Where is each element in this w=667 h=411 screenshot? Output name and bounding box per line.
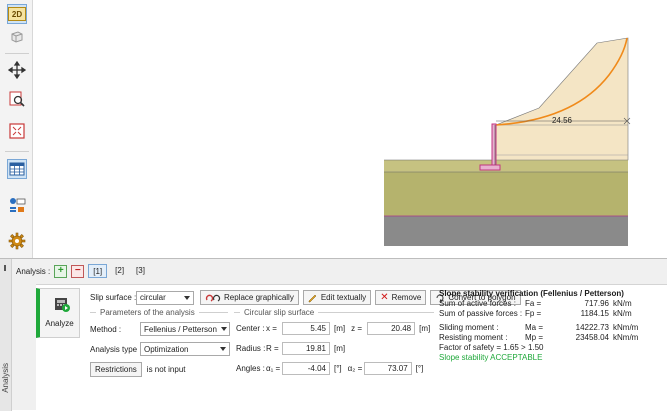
zoom-extents-button[interactable]: [7, 121, 27, 141]
settings-icon: [8, 232, 26, 250]
analysis-panel: Analysis Analysis : + − [1] [2] [3] Anal…: [0, 258, 667, 411]
stability-status: Slope stability ACCEPTABLE: [439, 352, 543, 362]
remove-analysis-button[interactable]: −: [71, 264, 85, 278]
middle-soil-layer: [384, 160, 628, 172]
view-3d-button[interactable]: [7, 27, 27, 47]
add-analysis-button[interactable]: +: [54, 264, 68, 278]
replace-graphically-button[interactable]: Replace graphically: [200, 290, 299, 305]
bedrock-layer: [384, 216, 628, 246]
zoom-button[interactable]: [7, 89, 27, 109]
analysis-tab-1[interactable]: [1]: [88, 264, 108, 278]
left-toolbar: 2D: [0, 0, 33, 258]
view-2d-icon: 2D: [8, 7, 26, 21]
analyze-icon: [55, 298, 70, 312]
analysis-tab-2[interactable]: [2]: [111, 264, 128, 278]
z-label: z =: [351, 324, 363, 333]
alpha2-label: α₂ =: [347, 364, 363, 373]
resisting-moment-row: Resisting moment : Mp = 23458.04 kNm/m: [439, 332, 639, 342]
center-row: Center : x = 5.45 [m] z = 20.48 [m]: [236, 322, 431, 335]
circular-group-header: Circular slip surface: [234, 308, 434, 317]
slip-surface-label: Slip surface :: [90, 293, 137, 302]
slip-surface-select[interactable]: circular: [136, 290, 194, 305]
upper-soil-layer: [495, 37, 629, 161]
method-select[interactable]: Fellenius / Petterson: [140, 322, 230, 336]
x-label: x =: [266, 324, 277, 333]
labels-icon: [10, 198, 26, 212]
remove-button[interactable]: ✕ Remove: [375, 290, 427, 305]
settings-button[interactable]: [7, 231, 27, 251]
pencil-icon: [308, 294, 317, 302]
labels-button[interactable]: [7, 195, 27, 215]
dimension-label: 24.56: [552, 116, 573, 125]
method-row: Method : Fellenius / Petterson: [90, 322, 230, 336]
radius-input[interactable]: 19.81: [282, 342, 330, 355]
analysis-tabbar: Analysis : + − [1] [2] [3]: [16, 263, 149, 279]
analyze-button[interactable]: Analyze: [36, 288, 80, 338]
drawing-canvas[interactable]: 24.56: [34, 0, 667, 258]
analysis-type-label: Analysis type :: [90, 344, 142, 354]
alpha2-input[interactable]: 73.07: [363, 362, 412, 375]
method-label: Method :: [90, 324, 122, 334]
center-x-input[interactable]: 5.45: [282, 322, 330, 335]
analysis-tab-3[interactable]: [3]: [132, 264, 149, 278]
radius-label: Radius :: [236, 344, 266, 353]
view-3d-icon: [11, 31, 23, 43]
alpha1-input[interactable]: -4.04: [282, 362, 330, 375]
r-label: R =: [266, 344, 279, 353]
side-tab-label[interactable]: Analysis: [1, 363, 10, 393]
restrictions-status: is not input: [146, 365, 186, 374]
analysis-type-row: Analysis type : Optimization: [90, 342, 230, 356]
table-view-button[interactable]: [7, 159, 27, 179]
lower-soil-layer: [384, 172, 628, 216]
params-group-header: Parameters of the analysis: [90, 308, 228, 317]
active-forces-row: Sum of active forces : Fa = 717.96 kN/m: [439, 298, 632, 308]
passive-forces-row: Sum of passive forces : Fp = 1184.15 kN/…: [439, 308, 632, 318]
center-label: Center :: [236, 324, 265, 333]
analysis-label: Analysis :: [16, 266, 51, 276]
edit-textually-button[interactable]: Edit textually: [302, 290, 372, 305]
analyze-label: Analyze: [45, 319, 74, 328]
analysis-type-select[interactable]: Optimization: [140, 342, 230, 356]
move-button[interactable]: [7, 60, 27, 80]
geometry-drawing: 24.56: [384, 37, 631, 246]
replace-graphically-icon: [205, 294, 221, 302]
zoom-extents-icon: [9, 123, 25, 139]
angles-label: Angles :: [236, 364, 265, 373]
results-panel: Slope stability verification (Fellenius …: [439, 289, 667, 362]
view-2d-button[interactable]: 2D: [7, 4, 27, 24]
factor-of-safety: Factor of safety = 1.65 > 1.50: [439, 342, 544, 352]
alpha1-label: α₁ =: [266, 364, 281, 373]
move-icon: [8, 61, 26, 79]
angles-row: Angles : α₁ = -4.04 [°] α₂ = 73.07 [°]: [236, 362, 424, 375]
restrictions-row: Restrictions is not input: [90, 362, 186, 377]
table-icon: [9, 162, 25, 176]
analysis-content: Analyze Slip surface : circular Replace …: [36, 284, 667, 411]
zoom-icon: [9, 91, 25, 107]
params-group-title: Parameters of the analysis: [100, 308, 195, 317]
sliding-moment-row: Sliding moment : Ma = 14222.73 kNm/m: [439, 322, 639, 332]
remove-x-icon: ✕: [380, 291, 389, 303]
radius-row: Radius : R = 19.81 [m]: [236, 342, 346, 355]
center-z-input[interactable]: 20.48: [367, 322, 416, 335]
circular-group-title: Circular slip surface: [244, 308, 315, 317]
side-tab-strip: Analysis: [0, 259, 12, 411]
restrictions-button[interactable]: Restrictions: [90, 362, 142, 377]
results-title: Slope stability verification (Fellenius …: [439, 289, 624, 298]
